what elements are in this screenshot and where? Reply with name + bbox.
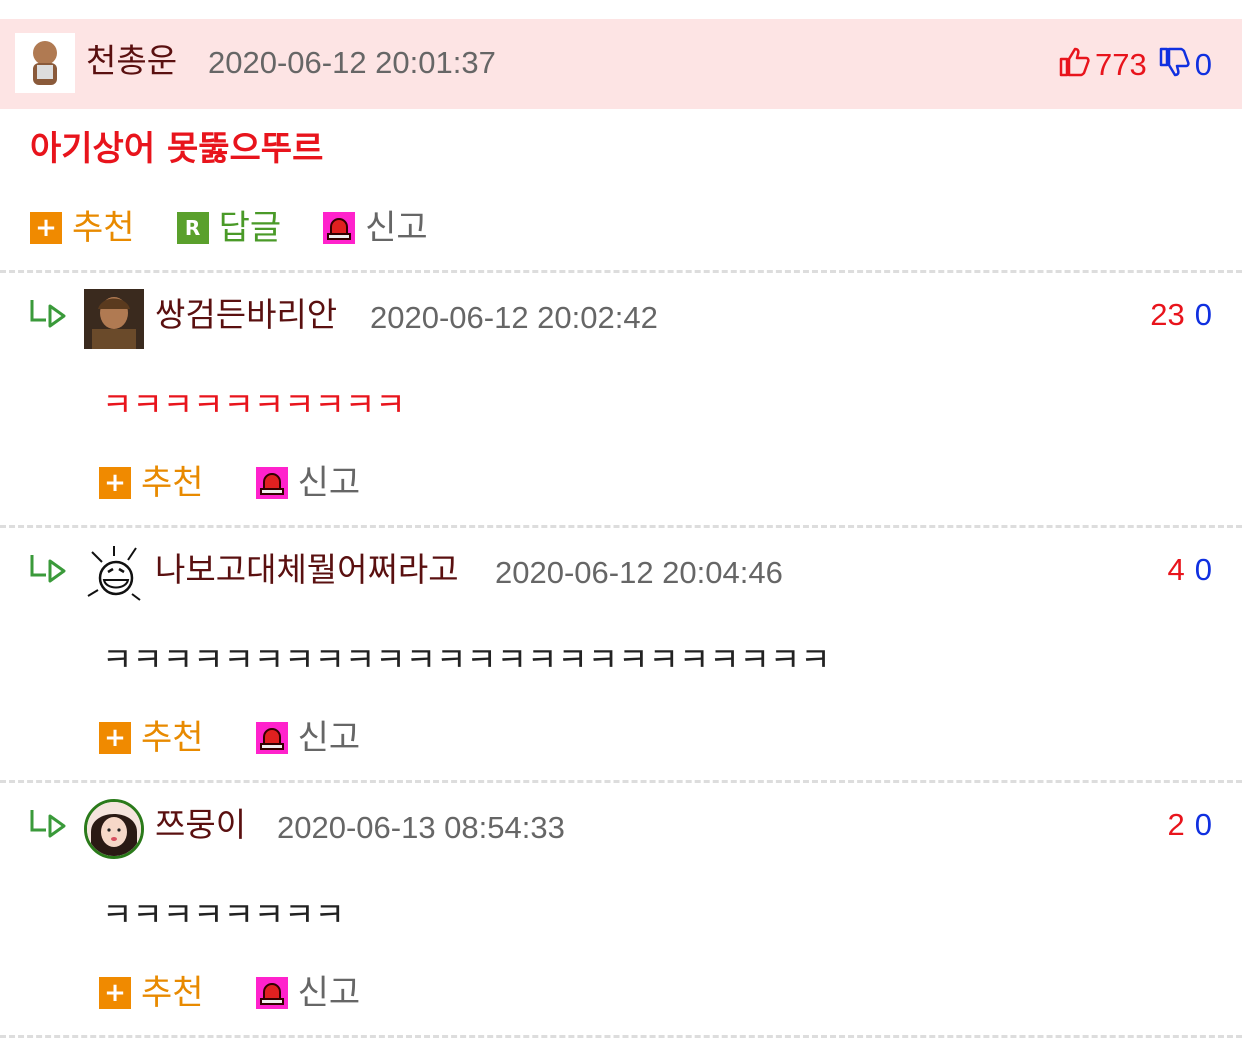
- reply-button[interactable]: R 답글: [176, 208, 282, 248]
- comment-text: ㅋㅋㅋㅋㅋㅋㅋㅋㅋㅋ: [102, 385, 406, 424]
- recommend-button[interactable]: + 추천: [99, 721, 204, 755]
- recommend-button[interactable]: + 추천: [99, 466, 204, 500]
- downvote-count: 0: [1194, 47, 1212, 82]
- plus-icon: +: [99, 722, 131, 754]
- report-label: 신고: [297, 718, 361, 758]
- recommend-label: 추천: [141, 973, 204, 1013]
- nickname[interactable]: 쌍검든바리안: [155, 298, 337, 331]
- reply-label: 답글: [218, 208, 282, 248]
- best-comment-actions: + 추천 R 답글 신고: [30, 211, 470, 245]
- report-button[interactable]: 신고: [323, 211, 428, 245]
- report-label: 신고: [297, 973, 361, 1013]
- reply-arrow-icon: [28, 296, 68, 332]
- plus-icon: +: [99, 977, 131, 1009]
- report-button[interactable]: 신고: [255, 718, 361, 758]
- comment-actions: + 추천 신고: [99, 721, 402, 755]
- downvote-count[interactable]: 0: [1195, 809, 1212, 840]
- divider: [0, 525, 1242, 528]
- vote-counts: 773 0: [1057, 45, 1212, 84]
- vote-counts: 23 0: [1150, 299, 1212, 330]
- recommend-button[interactable]: + 추천: [99, 976, 204, 1010]
- vote-counts: 2 0: [1168, 809, 1213, 840]
- thumbs-up-icon[interactable]: [1057, 45, 1091, 84]
- recommend-label: 추천: [72, 208, 135, 248]
- siren-icon: [323, 212, 356, 244]
- upvote-count[interactable]: 23: [1150, 299, 1184, 330]
- report-label: 신고: [297, 463, 361, 503]
- upvote-count[interactable]: 4: [1168, 554, 1185, 585]
- comment-date: 2020-06-13 08:54:33: [277, 810, 565, 845]
- avatar[interactable]: [84, 799, 144, 859]
- comment-actions: + 추천 신고: [99, 466, 402, 500]
- siren-icon: [255, 977, 288, 1009]
- upvote-count[interactable]: 2: [1168, 809, 1185, 840]
- avatar[interactable]: [84, 289, 144, 349]
- nickname[interactable]: 나보고대체뭘어쩌라고: [155, 553, 459, 586]
- nickname[interactable]: 천총운: [86, 44, 177, 77]
- recommend-button[interactable]: + 추천: [30, 211, 135, 245]
- divider: [0, 780, 1242, 783]
- vote-counts: 4 0: [1168, 554, 1213, 585]
- recommend-label: 추천: [141, 718, 204, 758]
- downvote-count[interactable]: 0: [1195, 554, 1212, 585]
- reply-icon: R: [176, 212, 209, 244]
- upvote-count: 773: [1095, 47, 1147, 82]
- best-comment-text: 아기상어 못뚫으뚜르: [30, 129, 324, 169]
- avatar[interactable]: [15, 33, 75, 93]
- downvote-count[interactable]: 0: [1195, 299, 1212, 330]
- plus-icon: +: [99, 467, 131, 499]
- report-label: 신고: [365, 208, 428, 248]
- reply-arrow-icon: [28, 806, 68, 842]
- thumbs-down-icon[interactable]: [1157, 45, 1191, 84]
- comment-date: 2020-06-12 20:01:37: [208, 45, 496, 80]
- reply-arrow-icon: [28, 551, 68, 587]
- comment-date: 2020-06-12 20:04:46: [495, 555, 783, 590]
- divider: [0, 270, 1242, 273]
- comment-date: 2020-06-12 20:02:42: [370, 300, 658, 335]
- avatar[interactable]: [84, 544, 144, 604]
- siren-icon: [255, 467, 288, 499]
- report-button[interactable]: 신고: [255, 973, 361, 1013]
- nickname[interactable]: 쯔뭉이: [155, 808, 246, 841]
- siren-icon: [255, 722, 288, 754]
- plus-icon: +: [30, 212, 62, 244]
- report-button[interactable]: 신고: [255, 463, 361, 503]
- comment-text: ㅋㅋㅋㅋㅋㅋㅋㅋㅋㅋㅋㅋㅋㅋㅋㅋㅋㅋㅋㅋㅋㅋㅋㅋ: [102, 640, 831, 679]
- recommend-label: 추천: [141, 463, 204, 503]
- best-comment-header: 천총운 2020-06-12 20:01:37 773 0: [0, 19, 1242, 109]
- comment-actions: + 추천 신고: [99, 976, 402, 1010]
- divider: [0, 1035, 1242, 1038]
- comment-text: ㅋㅋㅋㅋㅋㅋㅋㅋ: [102, 895, 345, 934]
